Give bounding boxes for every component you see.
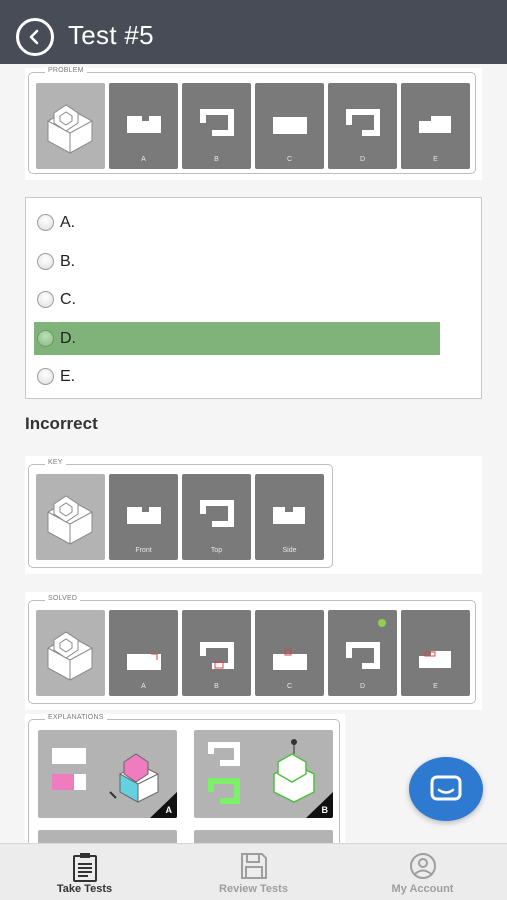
problem-option-tile-d[interactable]: D [328,83,397,169]
tile-label: Front [135,547,152,554]
answer-label: E. [60,367,76,385]
page-title: Test #5 [68,20,154,50]
tile-label: E [433,156,438,163]
tile-label: B [214,683,219,690]
answer-label: B. [60,252,76,270]
header-bar: Test #5 [0,0,507,64]
explanations-fieldset: EXPLANATIONS A B [28,714,340,844]
test-content[interactable]: PROBLEM A B C D E A. B. C. D. E. Incorre… [0,64,507,844]
radio-button[interactable] [37,214,54,231]
answer-label: A. [60,213,76,231]
solved-legend: SOLVED [45,595,81,602]
explanation-card-b[interactable]: B [194,730,333,818]
tile-label: C [286,683,293,690]
solved-fieldset: SOLVED A B C D E [28,595,476,704]
problem-fieldset: PROBLEM A B C D E [28,67,476,174]
tab-label: Take Tests [56,883,113,895]
problem-legend: PROBLEM [45,67,87,74]
problem-panel: PROBLEM A B C D E [25,67,482,180]
solved-tile-e: E [401,610,470,696]
radio-button[interactable] [37,330,54,347]
isometric-figure-icon [47,495,93,545]
answer-label: C. [60,290,76,308]
answer-option-b[interactable]: B. [34,245,440,278]
problem-option-tile-c[interactable]: C [255,83,324,169]
radio-button[interactable] [37,253,54,270]
tile-label: B [214,156,219,163]
app: Test #5 PROBLEM A B C D E A. B. C. D. E.… [0,0,507,900]
explanation-a-illustration [52,748,177,818]
clipboard-icon [72,853,97,882]
floppy-disk-icon [240,853,267,879]
radio-button[interactable] [37,368,54,385]
key-isometric-tile [36,474,105,560]
answer-options: A. B. C. D. E. [25,197,482,399]
solved-tile-c: C [255,610,324,696]
explanation-card-d[interactable] [194,830,333,844]
solved-panel: SOLVED A B C D E [25,592,482,710]
key-panel: KEY Front Top Side [25,456,482,574]
explanation-card-a[interactable]: A [38,730,177,818]
answer-option-a[interactable]: A. [34,206,440,239]
tile-label: A [141,156,146,163]
result-text: Incorrect [25,414,98,433]
explanation-card-label: A [165,805,173,815]
key-fieldset: KEY Front Top Side [28,459,333,568]
problem-option-tile-b[interactable]: B [182,83,251,169]
explanation-b-illustration [208,739,333,818]
problem-option-tile-e[interactable]: E [401,83,470,169]
tab-take-tests[interactable]: Take Tests [0,844,169,900]
key-top-tile: Top [182,474,251,560]
tile-label: E [433,683,438,690]
chat-icon [430,775,462,801]
tile-label: Side [282,547,297,554]
explanations-legend: EXPLANATIONS [45,714,107,721]
radio-button[interactable] [37,291,54,308]
back-button[interactable] [16,18,54,56]
tile-label: C [286,156,293,163]
explanations-panel: EXPLANATIONS A B [25,714,345,844]
tab-label: Review Tests [219,883,288,895]
tab-my-account[interactable]: My Account [338,844,507,900]
isometric-figure-icon [47,104,93,154]
solved-tile-d: D [328,610,397,696]
key-front-tile: Front [109,474,178,560]
user-circle-icon [409,853,436,879]
problem-option-tile-a[interactable]: A [109,83,178,169]
explanation-card-c[interactable] [38,830,177,844]
answer-label: D. [60,329,76,347]
tile-label: D [359,156,366,163]
tab-review-tests[interactable]: Review Tests [169,844,338,900]
answer-option-c[interactable]: C. [34,283,440,316]
tab-label: My Account [391,883,454,895]
chat-button[interactable] [409,757,483,821]
solved-tile-a: A [109,610,178,696]
isometric-figure-icon [47,631,93,681]
key-side-tile: Side [255,474,324,560]
solved-tile-b: B [182,610,251,696]
problem-isometric-tile [36,83,105,169]
solved-isometric-tile [36,610,105,696]
answer-option-d[interactable]: D. [34,322,440,355]
correct-marker-icon [378,619,386,627]
bottom-tab-bar: Take Tests Review Tests My Account [0,843,507,900]
answer-option-e[interactable]: E. [34,360,440,393]
tile-label: Top [210,547,223,554]
key-legend: KEY [45,459,66,466]
tile-label: D [359,683,366,690]
explanation-card-label: B [321,805,329,815]
chevron-left-icon [29,29,39,45]
tile-label: A [141,683,146,690]
